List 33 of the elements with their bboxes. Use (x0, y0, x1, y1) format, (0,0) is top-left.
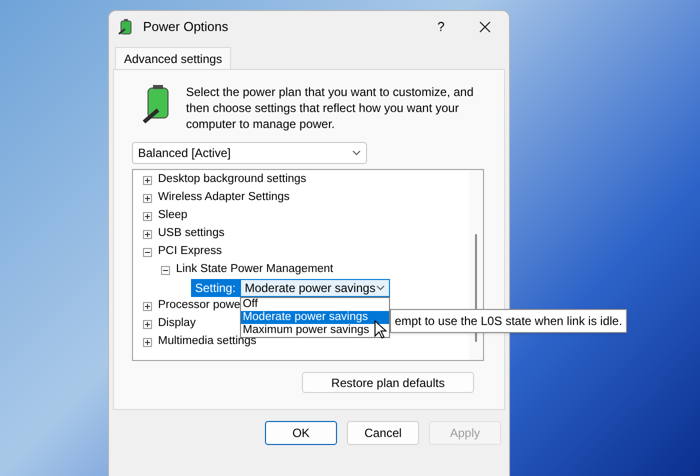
expand-icon[interactable] (143, 176, 152, 184)
collapse-icon[interactable] (143, 248, 152, 256)
plan-dropdown[interactable]: Balanced [Active] (132, 142, 367, 164)
tree-item[interactable]: Wireless Adapter Settings (158, 189, 290, 207)
dropdown-option[interactable]: Moderate power savings (240, 311, 389, 324)
dialog-button[interactable]: OK (265, 421, 337, 445)
help-button[interactable]: ? (421, 12, 461, 42)
setting-label: Setting: (191, 279, 240, 297)
dropdown-option[interactable]: Off (240, 298, 389, 311)
expand-icon[interactable] (143, 338, 152, 346)
setting-dropdown[interactable]: Moderate power savings (240, 279, 390, 297)
expand-icon[interactable] (143, 230, 152, 238)
tree-item[interactable]: USB settings (158, 225, 224, 243)
expand-icon[interactable] (143, 212, 152, 220)
expand-icon[interactable] (143, 320, 152, 328)
tooltip: empt to use the L0S state when link is idle. (390, 309, 628, 333)
tree-item[interactable]: Desktop background settings (158, 171, 306, 189)
dialog-button[interactable]: Cancel (347, 421, 419, 445)
chevron-down-icon (352, 150, 361, 156)
expand-icon[interactable] (143, 302, 152, 310)
restore-defaults-button[interactable]: Restore plan defaults (302, 372, 474, 393)
collapse-icon[interactable] (161, 266, 170, 274)
tree-item[interactable]: Sleep (158, 207, 188, 225)
description-text: Select the power plan that you want to customize, and then choose settings that reflect how you want your computer to manage power. (186, 84, 475, 132)
chevron-down-icon (376, 285, 385, 291)
close-icon (479, 21, 491, 33)
window-title: Power Options (143, 18, 228, 36)
tree-item[interactable]: PCI Express (158, 243, 222, 261)
tree-item[interactable]: Processor powe (158, 297, 240, 315)
tab[interactable]: Advanced settings (115, 47, 232, 69)
expand-icon[interactable] (143, 194, 152, 202)
tree-item[interactable]: Display (158, 315, 196, 333)
tree-item[interactable]: Link State Power Management (176, 261, 334, 279)
